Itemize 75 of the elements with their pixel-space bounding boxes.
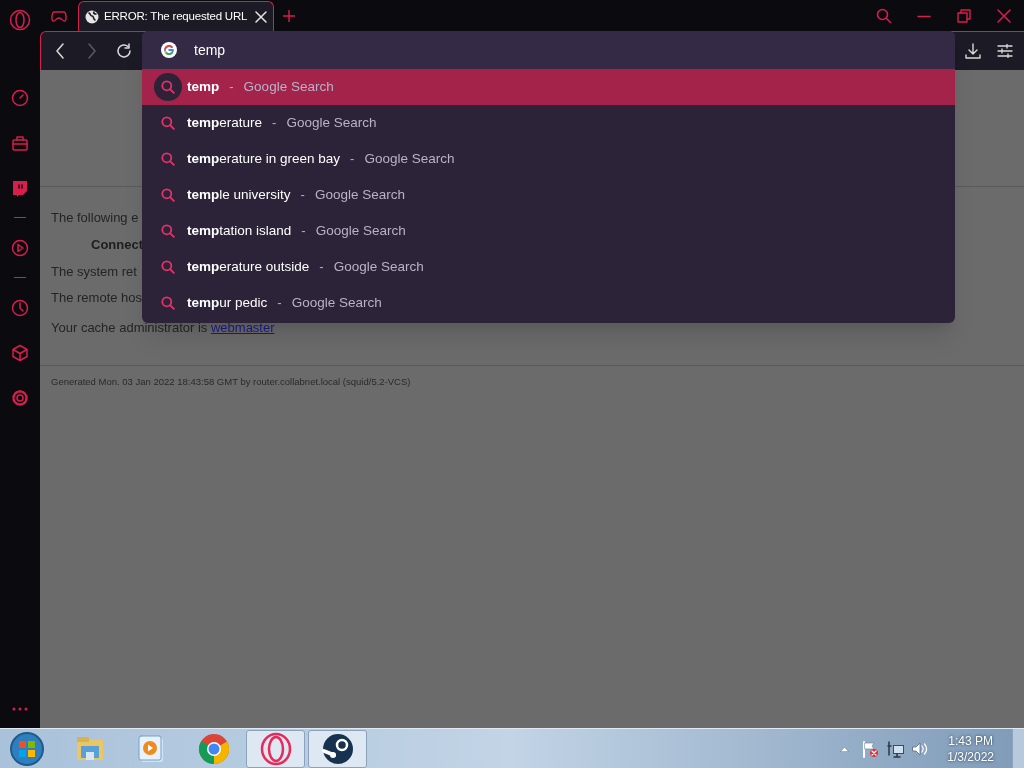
suggestion-text: temperature <box>187 113 263 132</box>
windows-orb-icon[interactable] <box>9 730 45 767</box>
network-icon[interactable] <box>887 739 906 758</box>
search-icon <box>161 260 175 274</box>
suggestion-text: temperature outside <box>187 257 310 276</box>
steam-icon <box>320 731 355 766</box>
address-field[interactable]: temp <box>142 31 955 69</box>
globe-icon <box>85 9 99 24</box>
suggestion-item[interactable]: temperature outside - Google Search <box>142 249 955 285</box>
suggestion-source: Google Search <box>364 149 455 168</box>
clock-icon <box>11 298 29 317</box>
page-text: Your cache administrator is <box>51 320 208 335</box>
gamepad-icon <box>51 10 67 22</box>
bag-icon <box>11 133 29 152</box>
reload-icon <box>116 43 132 59</box>
google-icon <box>161 42 177 58</box>
download-icon <box>965 43 981 59</box>
search-icon <box>161 116 175 130</box>
suggestion-item[interactable]: temp - Google Search <box>142 69 955 105</box>
suggestion-source: Google Search <box>286 113 377 132</box>
twitch-icon <box>11 178 29 197</box>
search-icon <box>161 224 175 238</box>
close-icon <box>997 9 1011 23</box>
opera-logo-icon <box>9 9 31 31</box>
cube-icon <box>11 343 29 362</box>
suggestion-item[interactable]: temperature - Google Search <box>142 105 955 141</box>
tab-title: ERROR: The requested URL <box>104 8 249 24</box>
restore-icon <box>957 9 971 23</box>
search-icon <box>876 8 892 24</box>
suggestion-text: temple university <box>187 185 291 204</box>
dash-separator: - <box>319 258 324 277</box>
search-icon <box>161 152 175 166</box>
chrome-icon <box>196 731 231 766</box>
close-icon[interactable] <box>255 10 267 23</box>
suggestion-text: temperature in green bay <box>187 149 341 168</box>
play-icon <box>11 238 29 257</box>
minimize-icon <box>917 14 931 18</box>
dash-separator: - <box>272 114 277 133</box>
suggestion-text: temp <box>187 77 220 96</box>
search-icon <box>161 188 175 202</box>
plus-icon <box>283 10 295 22</box>
dots-icon <box>11 707 29 711</box>
tray-arrow-icon[interactable] <box>840 745 850 752</box>
page-text: The system ret <box>51 263 137 281</box>
suggestion-text: tempur pedic <box>187 293 268 312</box>
show-desktop-button[interactable] <box>1012 728 1024 768</box>
dash-separator: - <box>300 186 305 205</box>
page-text: The remote hos <box>51 289 143 307</box>
opera-icon <box>258 731 293 766</box>
suggestion-source: Google Search <box>291 293 382 312</box>
sliders-icon <box>997 44 1013 58</box>
suggestion-item[interactable]: temptation island - Google Search <box>142 213 955 249</box>
suggestion-item[interactable]: temple university - Google Search <box>142 177 955 213</box>
page-text: The following e <box>51 209 139 227</box>
suggestion-text: temptation island <box>187 221 292 240</box>
forward-icon <box>87 43 97 59</box>
dash-separator: - <box>350 150 355 169</box>
back-icon <box>55 43 65 59</box>
search-icon <box>161 296 175 310</box>
address-input[interactable]: temp <box>194 39 794 61</box>
suggestion-source: Google Search <box>314 185 405 204</box>
suggestion-source: Google Search <box>243 77 334 96</box>
speedometer-icon <box>11 88 29 107</box>
search-icon <box>161 80 175 94</box>
suggestion-item[interactable]: temperature in green bay - Google Search <box>142 141 955 177</box>
action-center-flag-icon[interactable] <box>861 739 880 758</box>
dash-separator: - <box>301 222 306 241</box>
suggestion-source: Google Search <box>315 221 406 240</box>
error-heading: Connect <box>91 236 143 254</box>
dash-separator: - <box>277 294 282 313</box>
suggestion-item[interactable]: tempur pedic - Google Search <box>142 285 955 321</box>
suggestion-source: Google Search <box>333 257 424 276</box>
browser-tab[interactable]: ERROR: The requested URL <box>78 1 274 31</box>
dash-separator: - <box>229 78 234 97</box>
taskbar-app[interactable] <box>308 729 367 768</box>
